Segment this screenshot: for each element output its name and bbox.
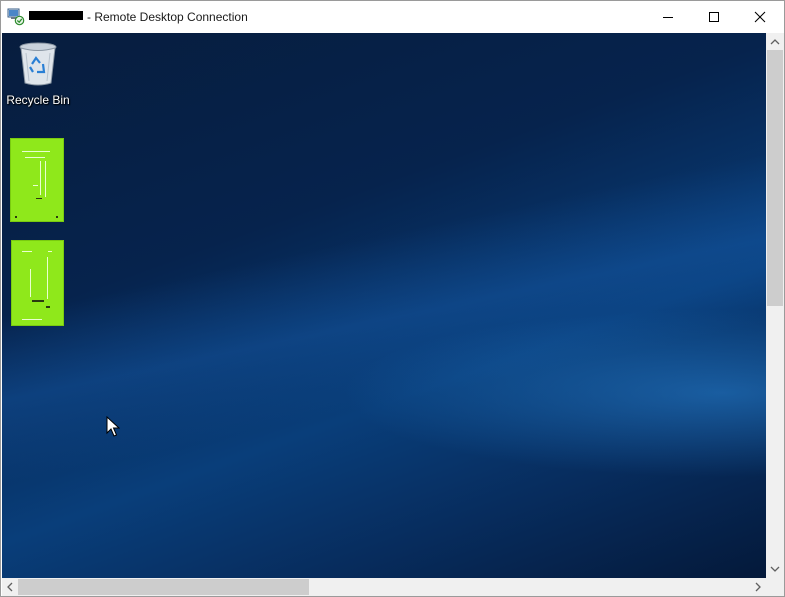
chevron-left-icon [7,582,13,592]
chevron-down-icon [770,566,780,572]
desktop-icon-recycle-bin[interactable]: Recycle Bin [4,41,72,107]
remote-desktop-area[interactable]: Recycle Bin [2,33,766,578]
redacted-host-name [29,11,83,21]
scroll-up-button[interactable] [767,34,783,50]
window-title: - Remote Desktop Connection [29,9,248,24]
scroll-left-button[interactable] [2,579,18,595]
maximize-button[interactable] [691,1,737,32]
minimize-button[interactable] [645,1,691,32]
desktop-icon-document-2[interactable] [11,240,64,326]
maximize-icon [709,11,719,22]
recycle-bin-icon [19,42,57,86]
vertical-scrollbar[interactable] [766,33,784,578]
scroll-right-button[interactable] [750,579,766,595]
scroll-down-button[interactable] [767,561,783,577]
remote-desktop-window: - Remote Desktop Connection Recycle Bin [0,0,785,597]
mouse-cursor-icon [106,416,120,437]
close-button[interactable] [737,1,783,32]
close-icon [754,11,766,22]
desktop-icon-document-1[interactable] [10,138,64,222]
window-title-text: - Remote Desktop Connection [87,9,248,24]
remote-desktop-app-icon[interactable] [7,8,25,26]
scrollbar-corner [766,578,784,596]
horizontal-scroll-thumb[interactable] [18,579,309,595]
vertical-scroll-thumb[interactable] [767,50,783,306]
minimize-icon [663,16,673,18]
horizontal-scrollbar[interactable] [2,578,766,596]
title-bar[interactable]: - Remote Desktop Connection [1,1,784,32]
chevron-right-icon [755,582,761,592]
recycle-bin-label: Recycle Bin [6,93,70,107]
chevron-up-icon [770,39,780,45]
